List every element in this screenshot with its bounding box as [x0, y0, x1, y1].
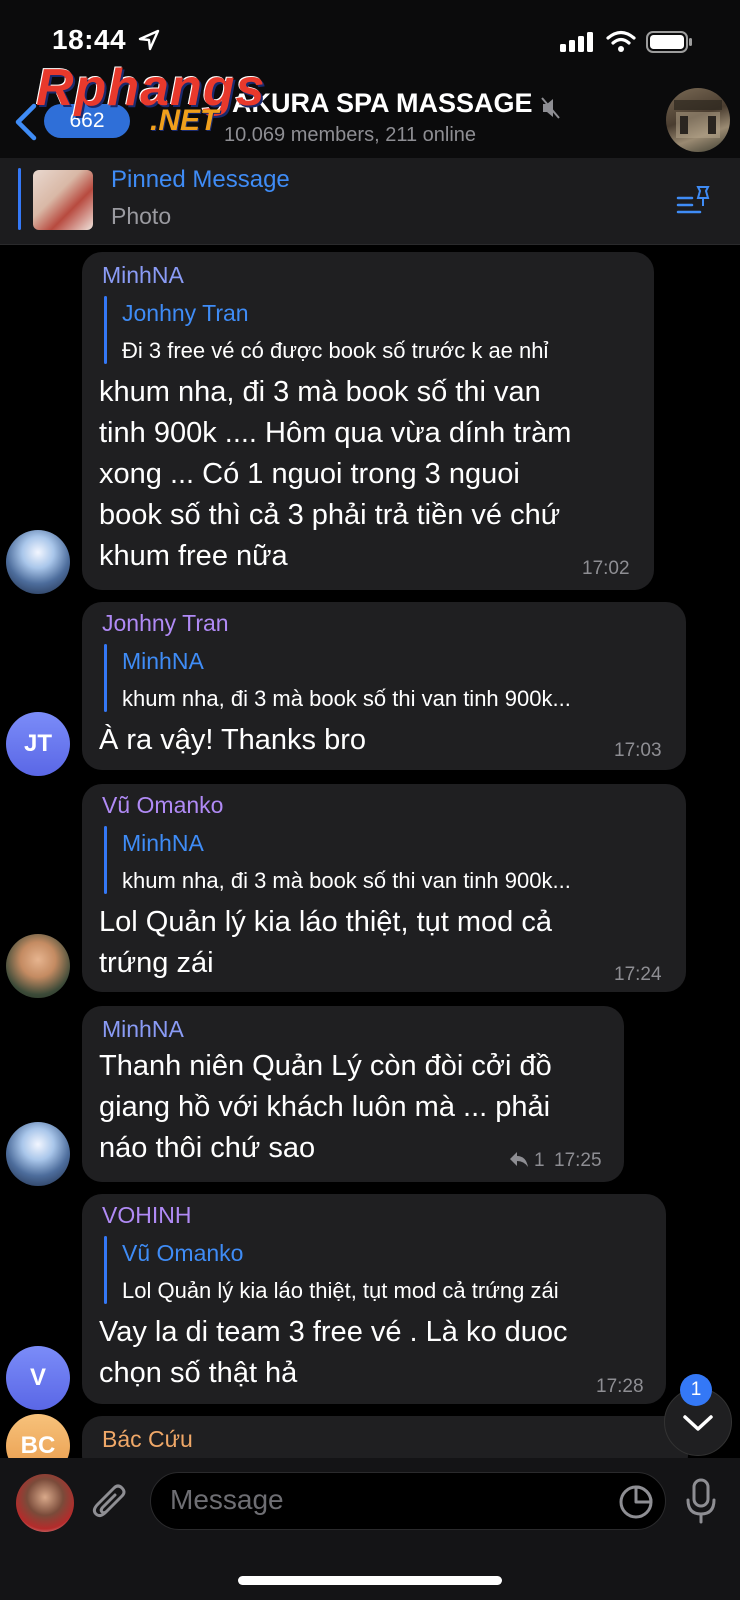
reply-quote-sender[interactable]: MinhNA	[122, 830, 204, 857]
pinned-thumbnail[interactable]	[33, 170, 93, 230]
message-time: 17:02	[582, 558, 630, 579]
chat-subtitle: 10.069 members, 211 online	[224, 124, 477, 146]
reply-quote-text[interactable]: Lol Quản lý kia láo thiệt, tụt mod cả tr…	[122, 1278, 559, 1304]
message-sender[interactable]: VOHINH	[102, 1202, 191, 1229]
sender-avatar[interactable]	[6, 1122, 70, 1186]
sender-avatar[interactable]: V	[6, 1346, 70, 1410]
group-photo-icon	[674, 100, 722, 138]
reply-quote-sender[interactable]: MinhNA	[122, 648, 204, 675]
reply-quote-text[interactable]: khum nha, đi 3 mà book số thi van tinh 9…	[122, 686, 571, 712]
message-time: 17:24	[614, 964, 662, 985]
paperclip-icon[interactable]	[90, 1480, 130, 1524]
pinned-indicator-line	[18, 168, 21, 230]
pinned-subtitle: Photo	[111, 203, 172, 229]
reply-quote-text[interactable]: Đi 3 free vé có được book số trước k ae …	[122, 338, 548, 364]
pinned-title: Pinned Message	[111, 166, 290, 193]
message-text-line: khum nha, đi 3 mà book số thi van	[99, 376, 541, 408]
group-avatar[interactable]	[666, 88, 730, 152]
message-text-line: Vay la di team 3 free vé . Là ko duoc	[99, 1316, 568, 1348]
microphone-icon[interactable]	[684, 1478, 718, 1524]
message-text-line: Thanh niên Quản Lý còn đòi cởi đồ	[99, 1050, 552, 1082]
send-as-avatar[interactable]	[16, 1474, 74, 1532]
message-text-line: tinh 900k .... Hôm qua vừa dính tràm	[99, 417, 572, 449]
message-text-line: book số thì cả 3 phải trả tiền vé chứ	[99, 499, 561, 531]
reply-quote-bar	[104, 1236, 107, 1304]
message-text-line: giang hồ với khách luôn mà ... phải	[99, 1091, 551, 1123]
reply-arrow-icon[interactable]	[508, 1150, 530, 1168]
reply-quote-bar	[104, 826, 107, 894]
reply-quote-sender[interactable]: Jonhny Tran	[122, 300, 249, 327]
message-time: 17:03	[614, 740, 662, 761]
message-sender[interactable]: MinhNA	[102, 1016, 184, 1043]
watermark-suffix: .NET	[150, 104, 219, 137]
message-text-line: chọn số thật hả	[99, 1357, 298, 1389]
message-text-line: À ra vậy! Thanks bro	[99, 724, 367, 756]
message-text-line: xong ... Có 1 nguoi trong 3 nguoi	[99, 458, 520, 490]
reply-count[interactable]: 1	[534, 1150, 545, 1172]
reply-quote-bar	[104, 296, 107, 364]
message-text-line: Lol Quản lý kia láo thiệt, tụt mod cả	[99, 906, 552, 938]
message-time: 17:25	[554, 1150, 602, 1171]
status-time: 18:44	[52, 24, 127, 55]
message-text-line: trứng zái	[99, 947, 214, 979]
message-text-line: náo thôi chứ sao	[99, 1132, 316, 1164]
message-text-line: khum free nữa	[99, 540, 288, 572]
reply-quote-text[interactable]: khum nha, đi 3 mà book số thi van tinh 9…	[122, 868, 571, 894]
sender-avatar[interactable]: JT	[6, 712, 70, 776]
reply-quote-bar	[104, 644, 107, 712]
reply-quote-sender[interactable]: Vũ Omanko	[122, 1240, 243, 1267]
mute-icon	[541, 97, 560, 119]
message-time: 17:28	[596, 1376, 644, 1397]
location-arrow-icon	[138, 29, 160, 51]
message-sender[interactable]: Jonhny Tran	[102, 610, 229, 637]
sender-avatar[interactable]	[6, 934, 70, 998]
signal-icon	[560, 32, 593, 52]
chat-title[interactable]: AKURA SPA MASSAGE	[232, 88, 533, 119]
pinned-list-icon[interactable]	[676, 184, 712, 216]
sticker-icon[interactable]	[618, 1484, 654, 1520]
wifi-icon	[606, 30, 636, 52]
message-input-placeholder[interactable]: Message	[170, 1484, 284, 1516]
unread-mentions-badge[interactable]: 1	[680, 1374, 712, 1406]
message-sender[interactable]: Bác Cứu	[102, 1426, 193, 1453]
message-sender[interactable]: MinhNA	[102, 262, 184, 289]
home-indicator	[238, 1576, 502, 1585]
sender-avatar[interactable]	[6, 530, 70, 594]
message-sender[interactable]: Vũ Omanko	[102, 792, 223, 819]
battery-icon	[646, 31, 692, 53]
